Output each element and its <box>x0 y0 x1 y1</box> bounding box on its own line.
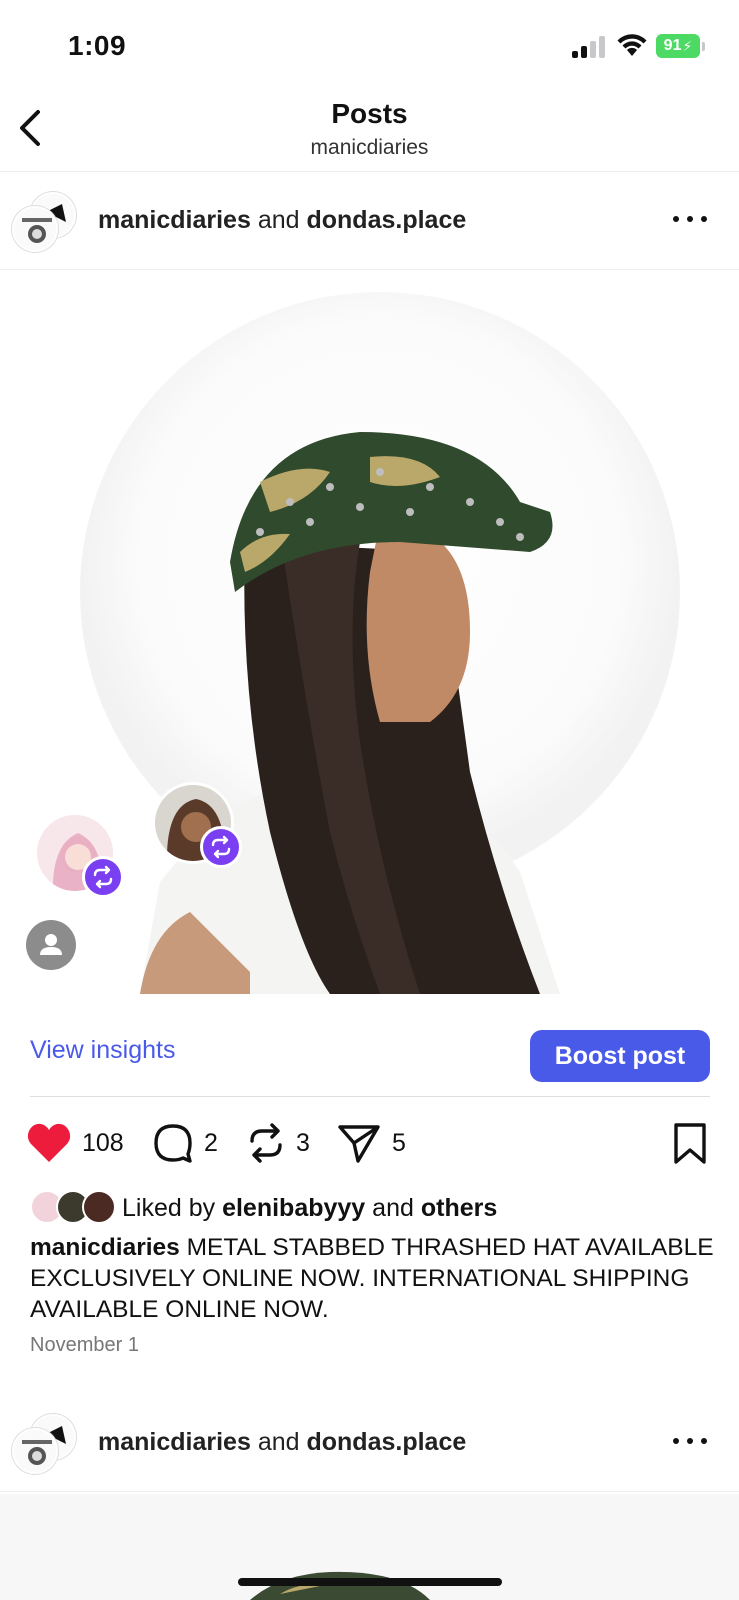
post-authors[interactable]: manicdiaries and dondas.place <box>98 1428 466 1457</box>
author-connector: and <box>257 206 300 234</box>
post-actions: 108 2 3 5 <box>0 1118 739 1174</box>
liked-by-others[interactable]: others <box>421 1194 497 1223</box>
author-name[interactable]: manicdiaries <box>98 206 251 234</box>
liked-by-user[interactable]: elenibabyyy <box>222 1194 365 1223</box>
collab-avatars[interactable] <box>12 192 76 254</box>
battery-tip <box>702 42 705 51</box>
liked-by-line[interactable]: Liked by elenibabyyy and others <box>30 1188 497 1228</box>
reposts-count: 3 <box>296 1128 310 1157</box>
repost-badge-icon <box>82 856 124 898</box>
battery-level: 91 <box>663 37 682 54</box>
post-header: manicdiaries and dondas.place <box>0 172 739 270</box>
liker-avatar <box>82 1190 116 1224</box>
nav-header: Posts manicdiaries <box>0 92 739 172</box>
post-authors[interactable]: manicdiaries and dondas.place <box>98 206 466 235</box>
battery-icon: 91 ⚡ <box>656 34 700 58</box>
liked-by-avatars <box>30 1190 116 1226</box>
repost-icon <box>250 1123 282 1163</box>
post-image[interactable] <box>0 272 739 1014</box>
author-avatar <box>12 1428 58 1474</box>
liked-by-connector: and <box>372 1193 414 1222</box>
comments-count: 2 <box>204 1128 218 1157</box>
tagged-people-icon[interactable] <box>26 920 76 970</box>
collab-avatars[interactable] <box>12 1414 76 1476</box>
divider <box>30 1096 710 1097</box>
repost-badge-icon <box>200 826 242 868</box>
collaborator-name[interactable]: dondas.place <box>306 1428 466 1456</box>
insights-row: View insights Boost post <box>0 1018 739 1098</box>
page-title: Posts <box>331 98 408 129</box>
bookmark-icon[interactable] <box>672 1122 708 1166</box>
likes-count: 108 <box>82 1128 124 1157</box>
status-time: 1:09 <box>68 30 127 61</box>
home-indicator[interactable] <box>238 1578 502 1586</box>
status-bar: 1:09 91 ⚡ <box>0 0 739 92</box>
heart-filled-icon <box>27 1123 71 1162</box>
more-options-icon[interactable] <box>671 1424 711 1460</box>
photo-of-model-in-camo-cap <box>0 272 739 1014</box>
cellular-signal-icon <box>572 36 606 58</box>
author-connector: and <box>257 1428 300 1456</box>
send-icon <box>338 1125 380 1163</box>
collaborator-name[interactable]: dondas.place <box>306 206 466 234</box>
post-header: manicdiaries and dondas.place <box>0 1394 739 1492</box>
page-subtitle: manicdiaries <box>310 136 429 159</box>
post-caption: manicdiaries METAL STABBED THRASHED HAT … <box>30 1232 720 1325</box>
view-insights-link[interactable]: View insights <box>30 1036 175 1065</box>
author-avatar <box>12 206 58 252</box>
repost-button[interactable]: 3 <box>246 1118 310 1168</box>
caption-author[interactable]: manicdiaries <box>30 1234 180 1261</box>
wifi-icon <box>617 34 647 56</box>
comment-button[interactable]: 2 <box>152 1118 218 1168</box>
comment-bubble-icon <box>154 1124 192 1163</box>
boost-post-button[interactable]: Boost post <box>530 1030 710 1082</box>
shares-count: 5 <box>392 1128 406 1157</box>
post-date: November 1 <box>30 1334 139 1356</box>
liked-by-prefix: Liked by <box>122 1193 216 1222</box>
more-options-icon[interactable] <box>671 202 711 238</box>
share-button[interactable]: 5 <box>336 1118 406 1168</box>
author-name[interactable]: manicdiaries <box>98 1428 251 1456</box>
like-button[interactable]: 108 <box>26 1118 124 1168</box>
